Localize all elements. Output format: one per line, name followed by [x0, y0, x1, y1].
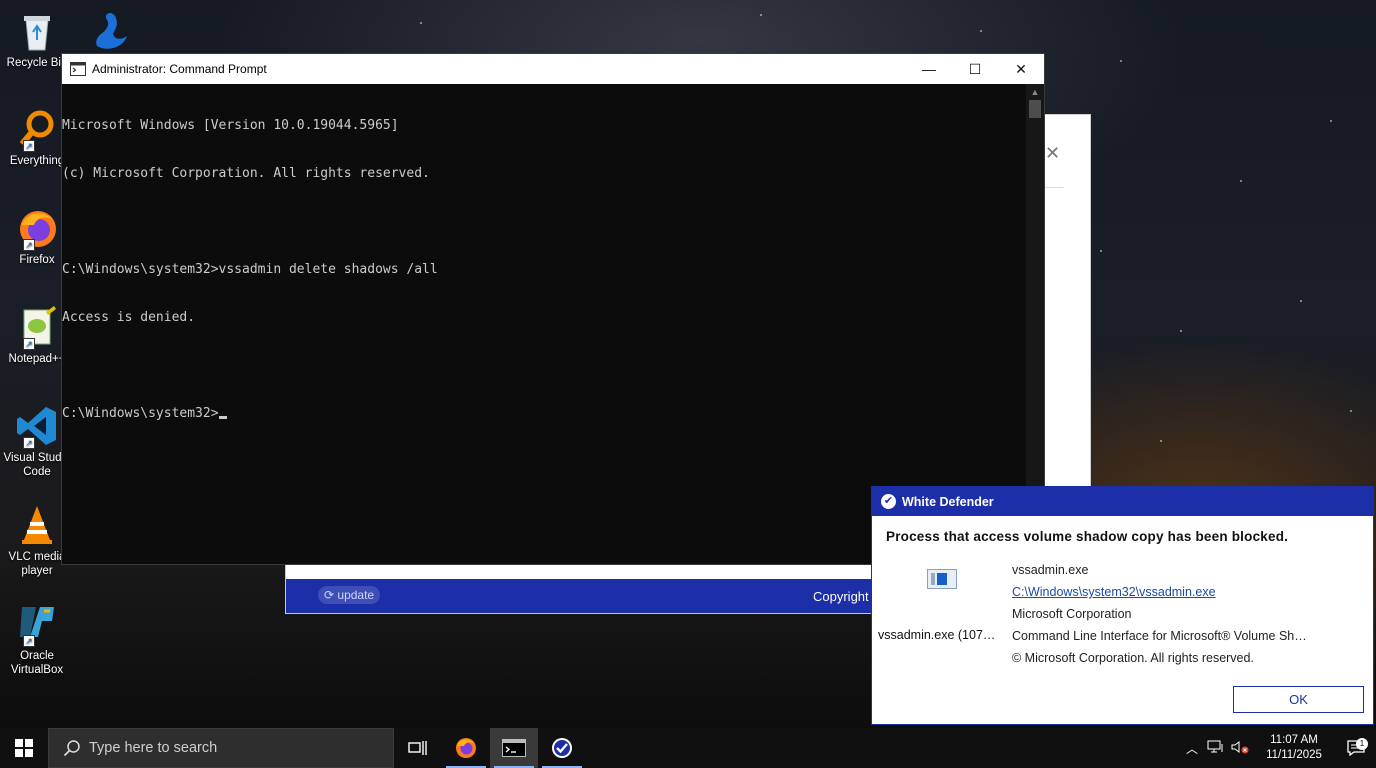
- blocked-process-name: vssadmin.exe (107…: [878, 628, 996, 642]
- notification-center-button[interactable]: 1: [1336, 738, 1376, 756]
- maximize-button[interactable]: ☐: [952, 54, 998, 84]
- console-line: (c) Microsoft Corporation. All rights re…: [62, 166, 430, 181]
- desktop-icon-label: Oracle VirtualBox: [10, 650, 64, 676]
- swan-icon: [87, 6, 133, 52]
- divider: [1045, 187, 1063, 188]
- notification-badge: 1: [1356, 738, 1368, 750]
- scrollbar-thumb[interactable]: [1029, 100, 1041, 118]
- shortcut-arrow-icon: ↗: [23, 437, 35, 449]
- detail-file-path-link[interactable]: C:\Windows\system32\vssadmin.exe: [1012, 585, 1216, 599]
- notepadpp-icon: ↗: [14, 304, 60, 350]
- update-button-label: update: [337, 588, 375, 602]
- cmd-icon: [502, 739, 526, 757]
- close-button[interactable]: ✕: [998, 54, 1044, 84]
- cmd-titlebar[interactable]: Administrator: Command Prompt — ☐ ✕: [62, 54, 1044, 84]
- shortcut-arrow-icon: ↗: [23, 338, 35, 350]
- chevron-up-icon[interactable]: ︿: [1180, 740, 1204, 757]
- close-icon[interactable]: ✕: [1045, 143, 1060, 164]
- detail-company: Microsoft Corporation: [1012, 607, 1132, 621]
- recycle-bin-icon: [14, 8, 60, 54]
- start-button[interactable]: [0, 728, 48, 768]
- update-button[interactable]: ⟳ update: [318, 586, 381, 604]
- taskbar-cmd[interactable]: [490, 728, 538, 768]
- background-window[interactable]: ✕: [1044, 114, 1091, 488]
- console-line: Microsoft Windows [Version 10.0.19044.59…: [62, 118, 399, 133]
- taskbar-white-defender[interactable]: [538, 728, 586, 768]
- defender-title: White Defender: [902, 494, 994, 509]
- firefox-icon: ↗: [14, 205, 60, 251]
- shortcut-arrow-icon: ↗: [23, 239, 35, 251]
- vlc-cone-icon: [14, 502, 60, 548]
- checkmark-shield-icon: ✔: [881, 494, 896, 509]
- taskbar: Type here to search ︿ 11:07 AM 11/11/202…: [0, 728, 1376, 768]
- defender-heading: Process that access volume shadow copy h…: [886, 529, 1289, 544]
- detail-file-name: vssadmin.exe: [1012, 563, 1089, 577]
- windows-logo-icon: [15, 739, 33, 757]
- clock-time: 11:07 AM: [1270, 734, 1318, 746]
- console-line: Access is denied.: [62, 310, 196, 325]
- magnifier-icon: ↗: [14, 106, 60, 152]
- task-view-icon: [408, 741, 427, 755]
- console-line: C:\Windows\system32>vssadmin delete shad…: [62, 262, 438, 277]
- update-panel: ⟳ update Copyright: [285, 564, 875, 614]
- cmd-title: Administrator: Command Prompt: [92, 62, 267, 76]
- detail-copyright: © Microsoft Corporation. All rights rese…: [1012, 651, 1254, 665]
- process-details: vssadmin.exe C:\Windows\system32\vssadmi…: [1012, 561, 1362, 671]
- search-placeholder: Type here to search: [89, 740, 218, 756]
- taskbar-clock[interactable]: 11:07 AM 11/11/2025: [1258, 733, 1330, 763]
- defender-titlebar: ✔ White Defender: [872, 487, 1373, 516]
- firefox-icon: [456, 738, 476, 758]
- virtualbox-icon: ↗: [14, 601, 60, 647]
- defender-dialog[interactable]: ✔ White Defender Process that access vol…: [871, 486, 1374, 725]
- detail-description: Command Line Interface for Microsoft® Vo…: [1012, 629, 1307, 643]
- vscode-icon: ↗: [14, 403, 60, 449]
- taskbar-search-box[interactable]: Type here to search: [48, 728, 394, 768]
- volume-muted-icon[interactable]: [1228, 740, 1252, 757]
- refresh-icon: ⟳: [324, 588, 335, 602]
- console-prompt: C:\Windows\system32>: [62, 406, 219, 421]
- cmd-icon: [70, 62, 86, 76]
- shortcut-arrow-icon: ↗: [23, 140, 35, 152]
- minimize-button[interactable]: —: [906, 54, 952, 84]
- network-icon[interactable]: [1204, 740, 1228, 757]
- clock-date: 11/11/2025: [1266, 749, 1322, 761]
- desktop-icon-app[interactable]: [80, 6, 140, 54]
- task-view-button[interactable]: [394, 728, 442, 768]
- shortcut-arrow-icon: ↗: [23, 635, 35, 647]
- scroll-up-arrow-icon[interactable]: ▲: [1026, 84, 1044, 100]
- ok-button[interactable]: OK: [1233, 686, 1364, 713]
- update-panel-footer: ⟳ update Copyright: [286, 579, 874, 613]
- search-icon: [63, 740, 80, 757]
- defender-check-icon: [552, 738, 572, 758]
- text-cursor: [218, 416, 227, 419]
- desktop-icon-virtualbox[interactable]: ↗ Oracle VirtualBox: [2, 601, 72, 677]
- copyright-text: Copyright: [813, 589, 869, 604]
- application-window-icon: [927, 569, 957, 589]
- system-tray: ︿ 11:07 AM 11/11/2025 1: [1180, 728, 1376, 768]
- console-prompt-line[interactable]: C:\Windows\system32>: [62, 406, 1026, 422]
- taskbar-firefox[interactable]: [442, 728, 490, 768]
